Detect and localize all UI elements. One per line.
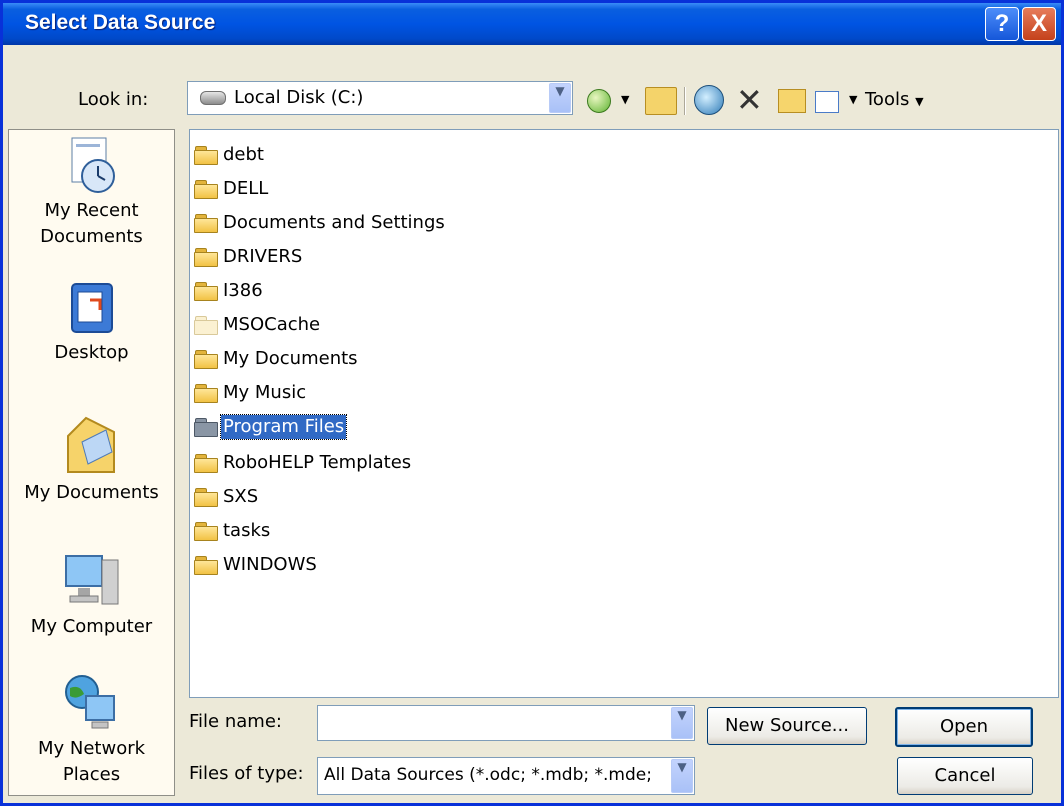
tools-dropdown-icon: ▼ (915, 95, 924, 108)
desktop-icon (70, 283, 113, 333)
views-icon[interactable] (815, 91, 839, 113)
folder-icon (194, 418, 218, 437)
chevron-down-icon[interactable]: ▼ (671, 759, 693, 793)
select-data-source-dialog: Select Data Source ? X Look in: Local Di… (0, 0, 1064, 806)
folder-icon (194, 146, 218, 165)
places-bar: My Recent Documents Desktop My Documents (8, 129, 175, 796)
dialog-title: Select Data Source (25, 11, 216, 34)
place-my-network[interactable]: My Network Places (9, 672, 174, 788)
list-item[interactable]: SXS (194, 484, 260, 510)
new-folder-icon[interactable] (778, 89, 806, 113)
list-item[interactable]: debt (194, 142, 266, 168)
place-label: My Documents (24, 482, 159, 503)
place-my-computer[interactable]: My Computer (9, 550, 174, 640)
file-name-input[interactable]: ▼ (317, 705, 695, 741)
file-name-label: File name: (189, 711, 282, 732)
network-places-icon (64, 675, 115, 729)
folder-icon (194, 350, 218, 369)
file-type-label: Files of type: (189, 763, 304, 784)
search-web-icon[interactable] (694, 85, 724, 115)
folder-icon (194, 454, 218, 473)
folder-icon (194, 556, 218, 575)
look-in-dropdown[interactable]: Local Disk (C:) ▼ (187, 81, 573, 115)
place-label: My Computer (30, 616, 153, 637)
file-name: WINDOWS (223, 554, 317, 575)
views-dropdown-icon[interactable]: ▼ (849, 93, 857, 127)
file-name: Program Files (219, 414, 348, 440)
place-desktop[interactable]: Desktop (9, 280, 174, 366)
close-button[interactable]: X (1022, 7, 1056, 41)
file-name: My Documents (223, 348, 358, 369)
title-bar[interactable]: Select Data Source ? X (3, 3, 1061, 45)
folder-icon (194, 214, 218, 233)
up-folder-icon[interactable] (645, 87, 677, 115)
toolbar-separator (684, 87, 686, 115)
folder-icon (194, 180, 218, 199)
list-item-selected[interactable]: Program Files (194, 414, 348, 440)
list-item[interactable]: DELL (194, 176, 270, 202)
place-label: Desktop (54, 342, 129, 363)
file-name: I386 (223, 280, 263, 301)
my-computer-icon (64, 555, 118, 605)
list-item[interactable]: WINDOWS (194, 552, 319, 578)
list-item[interactable]: tasks (194, 518, 272, 544)
file-name: debt (223, 144, 264, 165)
file-name: tasks (223, 520, 271, 541)
file-name: RoboHELP Templates (223, 452, 412, 473)
list-item[interactable]: Documents and Settings (194, 210, 447, 236)
look-in-text: Look in: (78, 89, 149, 110)
chevron-down-icon[interactable]: ▼ (549, 83, 571, 113)
folder-icon (194, 248, 218, 267)
place-recent-documents[interactable]: My Recent Documents (9, 136, 174, 250)
hidden-folder-icon (194, 316, 218, 335)
file-list[interactable]: debt DELL Documents and Settings DRIVERS… (189, 129, 1059, 698)
back-dropdown-icon[interactable]: ▼ (621, 93, 629, 127)
file-name: My Music (223, 382, 307, 403)
place-label: My Network Places (37, 738, 146, 785)
hard-drive-icon (200, 91, 226, 105)
tools-label: Tools (865, 89, 910, 110)
file-name: DRIVERS (223, 246, 303, 267)
help-button[interactable]: ? (985, 7, 1019, 41)
list-item[interactable]: RoboHELP Templates (194, 450, 413, 476)
delete-icon[interactable]: ✕ (736, 83, 763, 117)
cancel-button[interactable]: Cancel (897, 757, 1033, 795)
place-my-documents[interactable]: My Documents (9, 412, 174, 506)
list-item[interactable]: MSOCache (194, 312, 322, 338)
list-item[interactable]: My Music (194, 380, 308, 406)
file-name: SXS (223, 486, 259, 507)
file-name: Documents and Settings (223, 212, 445, 233)
folder-icon (194, 282, 218, 301)
my-documents-icon (66, 416, 115, 473)
recent-documents-icon (71, 137, 115, 193)
file-name: DELL (223, 178, 269, 199)
folder-icon (194, 522, 218, 541)
file-name: MSOCache (223, 314, 321, 335)
look-in-value: Local Disk (C:) (234, 87, 364, 108)
chevron-down-icon[interactable]: ▼ (671, 707, 693, 739)
look-in-label: Look in: (78, 89, 148, 110)
new-source-button[interactable]: New Source... (707, 707, 867, 745)
open-button[interactable]: Open (895, 707, 1033, 747)
list-item[interactable]: DRIVERS (194, 244, 304, 270)
place-label: My Recent Documents (40, 200, 143, 247)
file-type-dropdown[interactable]: All Data Sources (*.odc; *.mdb; *.mde; ▼ (317, 757, 695, 795)
tools-menu[interactable]: Tools ▼ (865, 89, 924, 123)
folder-icon (194, 384, 218, 403)
list-item[interactable]: I386 (194, 278, 265, 304)
back-icon[interactable] (587, 89, 611, 113)
list-item[interactable]: My Documents (194, 346, 360, 372)
file-type-value: All Data Sources (*.odc; *.mdb; *.mde; (324, 765, 652, 785)
folder-icon (194, 488, 218, 507)
